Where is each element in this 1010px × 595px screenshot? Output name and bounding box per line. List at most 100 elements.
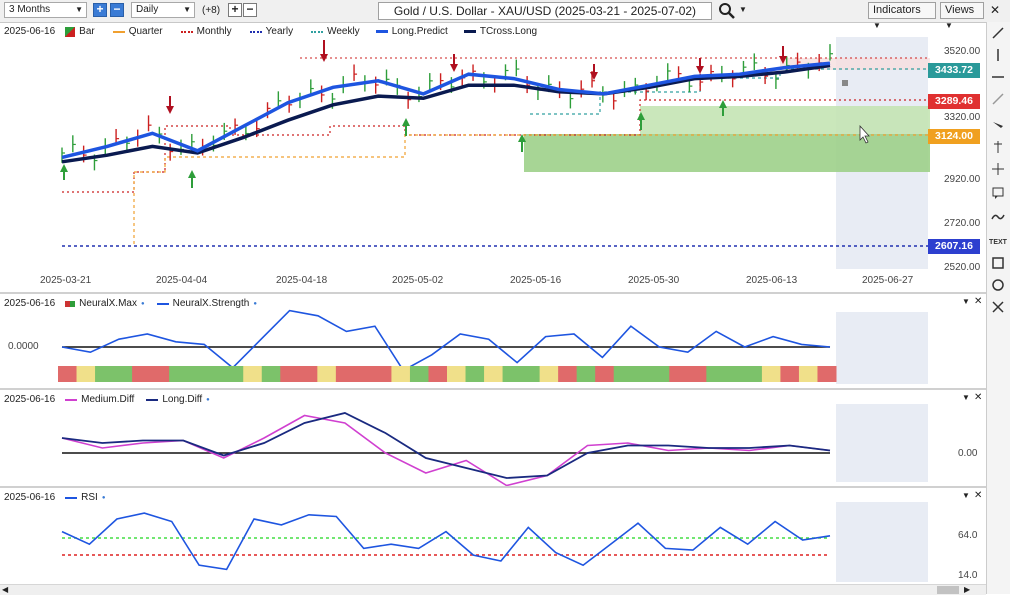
last-price-marker	[842, 80, 848, 86]
neuralx-max-band-segment	[484, 366, 504, 382]
neuralx-max-band-segment	[169, 366, 189, 382]
delete-icon[interactable]	[989, 300, 1007, 318]
legend-quarter[interactable]: Quarter	[129, 26, 163, 37]
drawing-toolbar: TEXT	[986, 22, 1010, 594]
range-select[interactable]: 3 Months ▼	[4, 2, 87, 18]
chevron-down-icon: ▼	[183, 5, 191, 14]
interval-value: Daily	[136, 4, 159, 15]
future-shade	[836, 312, 928, 384]
interval-select[interactable]: Daily ▼	[131, 2, 195, 18]
legend-tcross-long[interactable]: TCross.Long	[480, 26, 537, 37]
neuralx-max-band-segment	[76, 366, 96, 382]
legend-rsi[interactable]: RSI	[81, 492, 98, 503]
ray-tool-icon[interactable]	[989, 92, 1007, 110]
zoom-in-button[interactable]: +	[93, 3, 107, 17]
zoom-out-button[interactable]: −	[110, 3, 124, 17]
magnifier-icon[interactable]	[718, 2, 736, 23]
comment-icon[interactable]	[989, 186, 1007, 204]
legend-yearly[interactable]: Yearly	[266, 26, 293, 37]
neural-panel[interactable]: 2025-06-16 NeuralX.Max ● NeuralX.Strengt…	[0, 292, 986, 388]
close-icon[interactable]: ✕	[974, 296, 982, 307]
fibonacci-icon[interactable]	[989, 140, 1007, 158]
future-shade	[836, 502, 928, 582]
rsi-swatch	[65, 496, 78, 499]
neuralx-max-band-segment	[687, 366, 707, 382]
neuralx-max-band-segment	[613, 366, 633, 382]
buy-arrow	[188, 170, 196, 188]
line-tool-icon[interactable]	[989, 26, 1007, 44]
scrollbar-thumb[interactable]	[937, 586, 959, 594]
neuralx-max-band-segment	[187, 366, 207, 382]
circle-icon[interactable]	[989, 278, 1007, 296]
chevron-down-icon[interactable]: ▼	[962, 393, 970, 402]
chevron-down-icon[interactable]: ▼	[962, 491, 970, 500]
monthly-price-tag: 3289.46	[928, 94, 980, 109]
close-icon[interactable]: ✕	[990, 3, 1000, 17]
horizontal-scrollbar[interactable]: ◀ ▶	[0, 584, 986, 595]
long-diff-swatch	[146, 398, 159, 401]
price-panel[interactable]: 2025-06-16 Bar Quarter Monthly Yearly We…	[0, 22, 986, 292]
rsi-legend: 2025-06-16 RSI ●	[4, 492, 105, 503]
diff-panel[interactable]: 2025-06-16 Medium.Diff Long.Diff ● 0.00 …	[0, 388, 986, 486]
neuralx-max-band-segment	[317, 366, 337, 382]
chevron-down-icon[interactable]: ▼	[739, 5, 747, 14]
brush-icon[interactable]	[989, 118, 1007, 136]
close-icon[interactable]: ✕	[974, 490, 982, 501]
legend-neuralx-strength[interactable]: NeuralX.Strength	[173, 298, 250, 309]
views-button[interactable]: Views ▼	[940, 2, 984, 30]
date-axis-label: 2025-03-21	[40, 275, 92, 286]
sell-arrow	[590, 64, 598, 80]
legend-long-diff[interactable]: Long.Diff	[162, 394, 202, 405]
chart-title: Gold / U.S. Dollar - XAU/USD (2025-03-21…	[378, 2, 712, 20]
legend-date: 2025-06-16	[4, 394, 56, 405]
weekly-price-tag: 3433.72	[928, 63, 980, 78]
neuralx-max-band-segment	[206, 366, 226, 382]
buy-arrow	[402, 118, 410, 136]
rsi-axis-label: 14.0	[958, 570, 978, 581]
toolbar: 3 Months ▼ + − Daily ▼ (+8) + − Gold / U.S…	[0, 0, 1010, 30]
neuralx-max-band	[58, 366, 837, 382]
date-axis-label: 2025-06-13	[746, 275, 798, 286]
neuralx-max-band-segment	[372, 366, 392, 382]
neuralx-max-swatch	[65, 300, 76, 307]
neuralx-max-band-segment	[428, 366, 448, 382]
text-tool-icon[interactable]: TEXT	[989, 234, 1007, 252]
legend-neuralx-max[interactable]: NeuralX.Max	[79, 298, 137, 309]
neuralx-max-band-segment	[335, 366, 355, 382]
offset-label: (+8)	[202, 5, 221, 16]
neuralx-strength-swatch	[156, 302, 169, 305]
date-axis-label: 2025-05-30	[628, 275, 680, 286]
neuralx-max-band-segment	[224, 366, 244, 382]
legend-weekly[interactable]: Weekly	[327, 26, 360, 37]
legend-bar[interactable]: Bar	[79, 26, 95, 37]
legend-long-predict[interactable]: Long.Predict	[392, 26, 448, 37]
dot-icon: ●	[101, 494, 106, 501]
neuralx-max-band-segment	[669, 366, 689, 382]
medium-diff-swatch	[65, 398, 78, 401]
rectangle-icon[interactable]	[989, 256, 1007, 274]
neuralx-max-band-segment	[743, 366, 763, 382]
indicators-label: Indicators	[873, 4, 921, 16]
chevron-down-icon[interactable]: ▼	[962, 297, 970, 306]
dot-icon: ●	[140, 300, 145, 307]
close-icon[interactable]: ✕	[974, 392, 982, 403]
vertical-line-icon[interactable]	[989, 48, 1007, 66]
offset-plus-button[interactable]: +	[228, 3, 242, 17]
wave-icon[interactable]	[989, 210, 1007, 228]
indicators-button[interactable]: Indicators ▼	[868, 2, 936, 30]
date-axis-label: 2025-04-04	[156, 275, 208, 286]
legend-date: 2025-06-16	[4, 298, 56, 309]
neuralx-max-band-segment	[724, 366, 744, 382]
horizontal-line-icon[interactable]	[989, 70, 1007, 88]
legend-monthly[interactable]: Monthly	[197, 26, 232, 37]
tcross-long-swatch	[463, 30, 476, 33]
legend-medium-diff[interactable]: Medium.Diff	[81, 394, 134, 405]
price-chart-canvas	[60, 37, 930, 269]
medium-diff-line	[61, 414, 831, 486]
crosshair-icon[interactable]	[989, 162, 1007, 180]
monthly-swatch	[180, 30, 193, 33]
bar-swatch-icon	[65, 26, 76, 37]
demand-zone-upper	[640, 106, 930, 134]
rsi-panel[interactable]: 2025-06-16 RSI ● 64.0 14.0 ▼ ✕	[0, 486, 986, 586]
offset-minus-button[interactable]: −	[243, 3, 257, 17]
